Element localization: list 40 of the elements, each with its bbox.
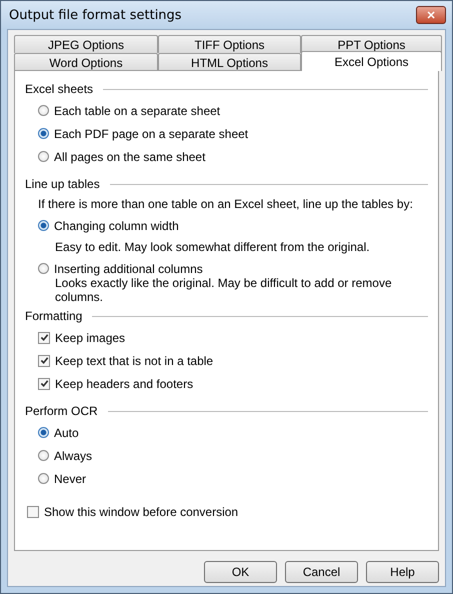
radio-button[interactable] [38,427,49,438]
radio-button[interactable] [38,105,49,116]
radio-label: Changing column width [54,218,179,232]
tab[interactable]: HTML Options [158,53,301,71]
group-title: Perform OCR [25,404,98,418]
radio-button[interactable] [38,220,49,231]
radio-label: Each PDF page on a separate sheet [54,126,248,140]
radio-label: All pages on the same sheet [54,150,206,164]
group-title: Formatting [25,309,82,323]
dialog-button[interactable]: Help [366,561,439,583]
radio-button[interactable] [38,151,49,162]
checkbox-label: Show this window before conversion [44,504,238,518]
group-title: Excel sheets [25,82,94,96]
checkbox-label: Keep headers and footers [55,376,194,390]
radio-label: Inserting additional columns [54,262,203,276]
checkbox[interactable] [38,354,50,366]
tab[interactable]: Excel Options [301,51,442,71]
dialog-button[interactable]: OK [204,561,277,583]
tab[interactable]: TIFF Options [158,35,301,53]
checkbox[interactable] [38,378,50,390]
radio-button[interactable] [38,263,49,274]
tab[interactable]: Word Options [14,53,158,71]
window-title: Output file format settings [9,8,182,22]
radio-label: Never [54,472,86,486]
checkbox-label: Keep images [55,330,126,344]
checkbox-label: Keep text that is not in a table [55,354,214,368]
option-description: Looks exactly like the original. May be difficult to add or remove columns. [55,276,393,304]
checkbox[interactable] [27,506,39,518]
radio-button[interactable] [38,128,49,139]
radio-label: Always [54,448,92,462]
option-description: Easy to edit. May look somewhat different from the original. [55,240,370,254]
instruction-text: If there is more than one table on an Excel sheet, line up the tables by: [38,197,413,211]
radio-label: Each table on a separate sheet [54,104,220,118]
radio-label: Auto [54,426,79,440]
checkbox[interactable] [38,332,50,344]
radio-button[interactable] [38,450,49,461]
dialog-button[interactable]: Cancel [285,561,358,583]
tab[interactable]: JPEG Options [14,35,158,53]
radio-button[interactable] [38,473,49,484]
group-title: Line up tables [25,177,100,191]
